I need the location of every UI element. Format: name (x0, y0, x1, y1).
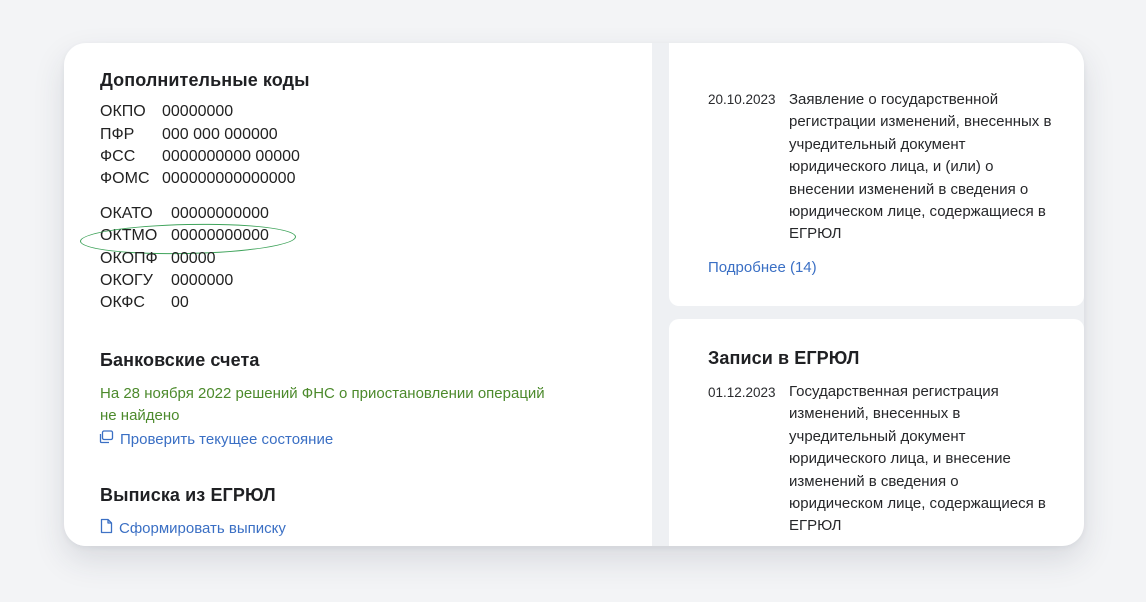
company-details-card: Дополнительные коды ОКПО 00000000 ПФР 00… (64, 43, 652, 546)
description-line: изменений в сведения о (789, 472, 959, 490)
code-value: 00000000 (162, 103, 234, 120)
code-value: 0000000 (171, 272, 234, 289)
record-description: Государственная регистрация изменений, в… (789, 381, 1079, 538)
bottom-fade (64, 532, 652, 546)
copy-icon (98, 430, 114, 448)
changes-date: 20.10.2023 (708, 92, 776, 107)
egrul-extract-title: Выписка из ЕГРЮЛ (100, 485, 276, 505)
code-value: 00000000000 (171, 205, 269, 222)
code-value: 00000 (171, 250, 216, 267)
description-line: юридическом лице, содержащиеся в (789, 203, 1046, 221)
record-date: 01.12.2023 (708, 385, 776, 400)
changes-description: Заявление о государственной регистрации … (789, 89, 1079, 246)
screenshot-frame: Дополнительные коды ОКПО 00000000 ПФР 00… (64, 43, 1084, 546)
code-value: 000000000000000 (162, 170, 296, 187)
check-current-state-link[interactable]: Проверить текущее состояние (98, 430, 333, 448)
description-line: внесении изменений в сведения о (789, 180, 1029, 198)
description-line: юридического лица, и внесение (789, 450, 1011, 468)
description-line: учредительный документ (789, 135, 966, 153)
code-label: ОКПО (100, 103, 146, 120)
code-label: ОКАТО (100, 205, 153, 222)
code-value: 0000000000 00000 (162, 148, 300, 165)
description-line: ЕГРЮЛ (789, 225, 842, 243)
bank-accounts-title: Банковские счета (100, 350, 260, 370)
description-line: изменений, внесенных в (789, 405, 961, 423)
code-value: 000 000 000000 (162, 126, 278, 143)
code-label: ОКОГУ (100, 272, 153, 289)
egrul-records-title: Записи в ЕГРЮЛ (708, 348, 860, 368)
description-line: учредительный документ (789, 427, 966, 445)
code-label: ОКОПФ (100, 250, 158, 267)
code-label: ОКФС (100, 294, 145, 311)
description-line: юридического лица, и (или) о (789, 158, 994, 176)
description-line: Заявление о государственной (789, 91, 999, 108)
more-details-link[interactable]: Подробнее (14) (708, 259, 817, 276)
additional-codes-title: Дополнительные коды (100, 70, 310, 90)
code-label: ФСС (100, 148, 136, 165)
description-line: ЕГРЮЛ (789, 517, 842, 535)
registration-changes-card: 20.10.2023 Заявление о государственной р… (669, 43, 1084, 306)
description-line: Государственная регистрация (789, 383, 999, 400)
bank-status-line-1: На 28 ноября 2022 решений ФНС о приостан… (100, 385, 545, 402)
check-current-state-label: Проверить текущее состояние (120, 430, 334, 448)
bank-status-line-2: не найдено (100, 407, 180, 424)
code-label: ФОМС (100, 170, 150, 187)
code-value: 00 (171, 294, 189, 311)
description-line: регистрации изменений, внесенных в (789, 113, 1052, 131)
description-line: юридическом лице, содержащиеся в (789, 495, 1046, 513)
egrul-records-card: Записи в ЕГРЮЛ 01.12.2023 Государственна… (669, 319, 1084, 546)
code-label: ПФР (100, 126, 135, 143)
